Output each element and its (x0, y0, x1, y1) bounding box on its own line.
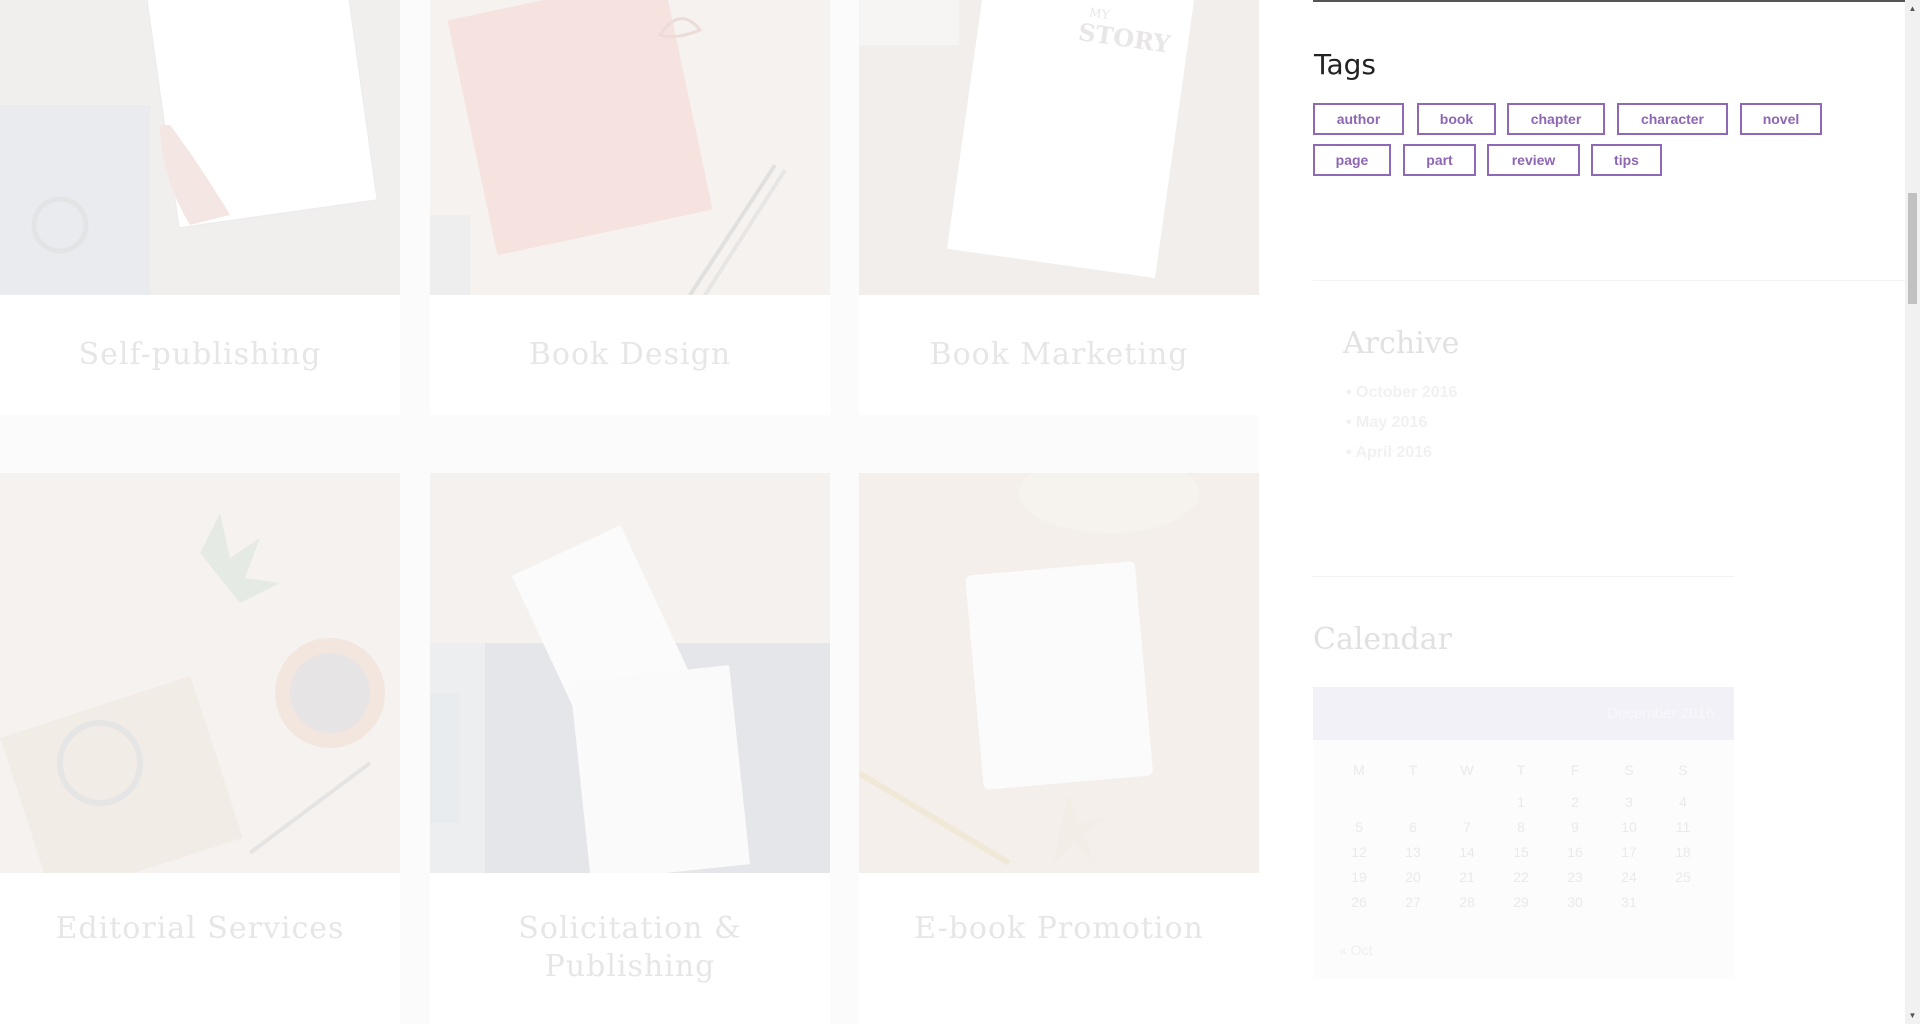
service-image-story-book[interactable]: MY STORY (859, 0, 1259, 295)
service-image-tablet[interactable] (859, 473, 1259, 873)
service-card-solicitation-publishing[interactable]: Solicitation & Publishing (430, 473, 830, 1024)
archive-link[interactable]: • April 2016 (1346, 444, 1432, 462)
service-image-desk-plant[interactable] (0, 473, 400, 873)
calendar-day: 27 (1405, 894, 1421, 910)
service-title[interactable]: Self-publishing (0, 336, 400, 374)
calendar-day: 15 (1513, 844, 1529, 860)
service-title[interactable]: Book Marketing (859, 336, 1259, 374)
tag-link[interactable]: chapter (1507, 103, 1605, 135)
widget-top-border (1313, 0, 1905, 2)
service-card-editorial-services[interactable]: Editorial Services (0, 473, 400, 1024)
service-card-ebook-promotion[interactable]: E-book Promotion (859, 473, 1259, 1024)
calendar-day: 31 (1621, 894, 1637, 910)
calendar-day: 9 (1571, 819, 1579, 835)
calendar-weekday-label: S (1678, 762, 1688, 778)
tag-link[interactable]: author (1313, 103, 1404, 135)
calendar-month-caption: December 2016 (1607, 705, 1714, 722)
scroll-up-arrow-icon[interactable]: ▲ (1905, 0, 1920, 17)
calendar-weekday-label: S (1624, 762, 1634, 778)
calendar-day: 3 (1625, 794, 1633, 810)
service-title[interactable]: Solicitation & Publishing (430, 910, 830, 986)
tag-link[interactable]: part (1403, 144, 1476, 176)
calendar-day: 25 (1675, 869, 1691, 885)
calendar-day: 1 (1517, 794, 1525, 810)
calendar-prev-month-link[interactable]: « Oct (1339, 942, 1372, 958)
widget-divider (1313, 280, 1905, 281)
tag-link[interactable]: novel (1740, 103, 1822, 135)
calendar-day: 10 (1621, 819, 1637, 835)
service-card-book-design[interactable]: Book Design (430, 0, 830, 415)
calendar-weekday-label: F (1570, 762, 1580, 778)
calendar-day: 11 (1675, 819, 1691, 835)
tag-link[interactable]: review (1487, 144, 1580, 176)
scrollbar-thumb[interactable] (1908, 193, 1917, 304)
calendar-widget-title: Calendar (1313, 622, 1452, 657)
calendar-day: 29 (1513, 894, 1529, 910)
archive-widget-title: Archive (1343, 326, 1460, 361)
calendar-day: 26 (1351, 894, 1367, 910)
calendar-day: 16 (1567, 844, 1583, 860)
tag-link[interactable]: page (1313, 144, 1391, 176)
page-scrollbar[interactable]: ▲ ▼ (1905, 0, 1920, 1024)
calendar-weekday-label: T (1408, 762, 1418, 778)
service-title[interactable]: Book Design (430, 336, 830, 374)
calendar-day: 22 (1513, 869, 1529, 885)
service-title[interactable]: Editorial Services (0, 910, 400, 948)
calendar-day: 2 (1571, 794, 1579, 810)
calendar-day: 19 (1351, 869, 1367, 885)
calendar-day: 5 (1355, 819, 1363, 835)
calendar-day: 18 (1675, 844, 1691, 860)
service-card-book-marketing[interactable]: MY STORY Book Marketing (859, 0, 1259, 415)
calendar-day: 24 (1621, 869, 1637, 885)
calendar-day: 12 (1351, 844, 1367, 860)
calendar-day: 8 (1517, 819, 1525, 835)
calendar-day: 6 (1409, 819, 1417, 835)
archive-link[interactable]: • May 2016 (1346, 414, 1427, 432)
calendar-weekday-label: W (1460, 762, 1474, 778)
tag-link[interactable]: book (1417, 103, 1496, 135)
tags-widget-title: Tags (1314, 48, 1376, 81)
service-image-contract-meeting[interactable] (430, 473, 830, 873)
widget-divider (1313, 576, 1734, 577)
service-title[interactable]: E-book Promotion (859, 910, 1259, 948)
service-image-red-folder[interactable] (430, 0, 830, 295)
service-card-self-publishing[interactable]: Self-publishing (0, 0, 400, 415)
calendar-day: 23 (1567, 869, 1583, 885)
service-image-notebook[interactable] (0, 0, 400, 295)
tag-link[interactable]: character (1617, 103, 1728, 135)
calendar-day: 14 (1459, 844, 1475, 860)
calendar-weekday-label: T (1516, 762, 1526, 778)
calendar-day: 4 (1679, 794, 1687, 810)
calendar-day: 30 (1567, 894, 1583, 910)
calendar-day: 28 (1459, 894, 1475, 910)
calendar-header: December 2016 (1313, 687, 1734, 740)
calendar-day: 20 (1405, 869, 1421, 885)
calendar-table: December 2016 M T W T F S S 1 2 3 4 5 6 7 8 9 10 11 12 13 14… (1313, 687, 1734, 979)
archive-link[interactable]: • October 2016 (1346, 384, 1457, 402)
services-grid: Self-publishing Book Design MY STORY Boo… (0, 0, 1259, 1024)
scroll-down-arrow-icon[interactable]: ▼ (1905, 1007, 1920, 1024)
calendar-weekday-label: M (1353, 762, 1365, 778)
calendar-day: 7 (1463, 819, 1471, 835)
calendar-day: 17 (1621, 844, 1637, 860)
calendar-day: 21 (1459, 869, 1475, 885)
calendar-day: 13 (1405, 844, 1421, 860)
tag-link[interactable]: tips (1591, 144, 1662, 176)
